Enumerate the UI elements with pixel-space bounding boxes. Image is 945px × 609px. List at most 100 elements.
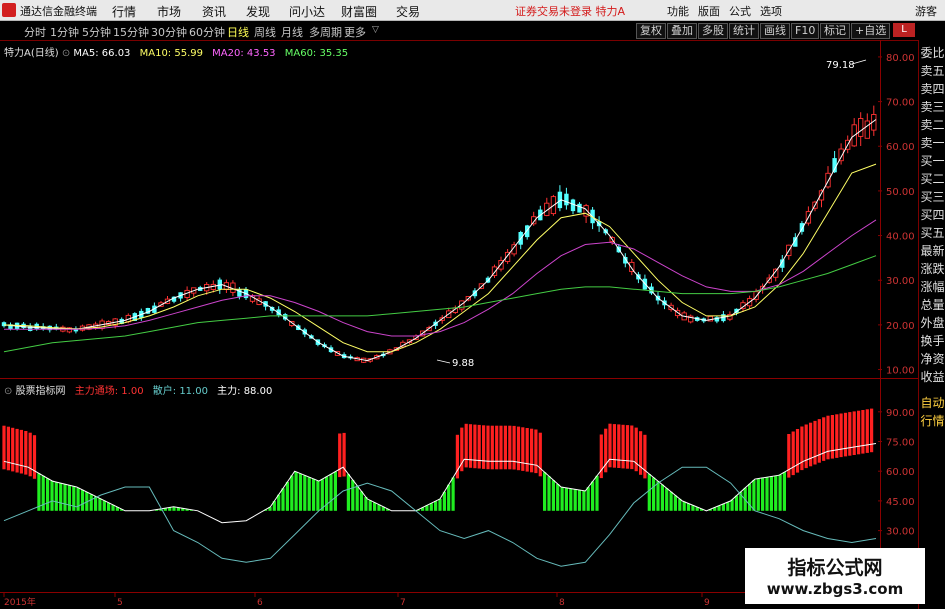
y-tick-label: 40.00 xyxy=(886,232,915,243)
period-1min[interactable]: 1分钟 xyxy=(50,24,79,40)
candle-body xyxy=(348,356,353,359)
period-more[interactable]: 更多 xyxy=(344,24,366,40)
candle-body xyxy=(491,266,498,276)
statistics-button[interactable]: 统计 xyxy=(729,23,759,39)
candle-body xyxy=(707,315,713,322)
indicator-bar xyxy=(713,507,717,511)
indicator-bar xyxy=(115,507,119,511)
add-watchlist-button[interactable]: +自选 xyxy=(851,23,891,39)
side-tab-0[interactable]: 委比 xyxy=(920,46,945,60)
indicator-bar xyxy=(159,508,163,511)
candle-body xyxy=(1,322,7,327)
side-tab-9[interactable]: 买四 xyxy=(920,208,945,222)
indicator-title: 股票指标网 xyxy=(15,386,66,397)
candle-body xyxy=(766,277,772,283)
level2-badge[interactable]: L xyxy=(893,23,915,37)
indicator-bar xyxy=(839,413,843,458)
menu-item-trade[interactable]: 交易 xyxy=(396,3,420,20)
period-15min[interactable]: 15分钟 xyxy=(113,24,149,40)
menu-item-market[interactable]: 市场 xyxy=(157,3,181,20)
draw-line-button[interactable]: 画线 xyxy=(760,23,790,39)
indicator-bar xyxy=(320,479,324,511)
period-monthly[interactable]: 月线 xyxy=(281,24,303,40)
candle-body xyxy=(112,318,118,326)
side-tab-19[interactable]: 自动 xyxy=(920,396,945,410)
period-60min[interactable]: 60分钟 xyxy=(189,24,225,40)
indicator-bar xyxy=(32,435,37,479)
side-tab-8[interactable]: 买三 xyxy=(920,190,945,204)
menu-item-quotes[interactable]: 行情 xyxy=(112,3,136,20)
menu-item-layout[interactable]: 版面 xyxy=(698,3,720,19)
indicator-bar xyxy=(865,409,869,453)
candle-body xyxy=(184,289,190,298)
overlay-button[interactable]: 叠加 xyxy=(667,23,697,39)
side-tab-11[interactable]: 最新 xyxy=(920,244,945,258)
menu-item-formula[interactable]: 公式 xyxy=(729,3,751,19)
side-tab-3[interactable]: 卖三 xyxy=(920,100,945,114)
more-chevron-icon[interactable]: ▽ xyxy=(372,25,379,35)
multi-stock-button[interactable]: 多股 xyxy=(698,23,728,39)
side-tab-15[interactable]: 外盘 xyxy=(920,316,945,330)
indicator-bar xyxy=(41,475,45,511)
side-tab-10[interactable]: 买五 xyxy=(920,226,945,240)
menu-item-discover[interactable]: 发现 xyxy=(246,3,270,20)
candle-body xyxy=(459,300,465,310)
side-tab-12[interactable]: 涨跌 xyxy=(920,262,945,276)
candle-body xyxy=(237,289,242,297)
side-tab-13[interactable]: 涨幅 xyxy=(920,280,945,294)
indicator-bar xyxy=(647,474,651,511)
indicator-bar xyxy=(24,431,28,475)
adjust-button[interactable]: 复权 xyxy=(636,23,666,39)
indicator-bar xyxy=(316,480,320,511)
menu-item-news[interactable]: 资讯 xyxy=(202,3,226,20)
indicator-bar xyxy=(577,490,582,511)
period-multi[interactable]: 多周期 xyxy=(309,24,342,40)
f10-button[interactable]: F10 xyxy=(791,23,820,39)
period-5min[interactable]: 5分钟 xyxy=(82,24,111,40)
indicator-bar xyxy=(656,481,660,511)
indicator-bar xyxy=(787,434,791,478)
side-tab-2[interactable]: 卖四 xyxy=(920,82,945,96)
candle-body xyxy=(721,314,726,322)
side-tab-20[interactable]: 行情 xyxy=(920,414,945,428)
side-tab-18[interactable]: 收益 xyxy=(920,370,945,384)
menu-item-ask[interactable]: 问小达 xyxy=(289,3,325,20)
side-tab-4[interactable]: 卖二 xyxy=(920,118,945,132)
candle-body xyxy=(426,327,432,332)
indicator-bar xyxy=(11,427,15,472)
candle-body xyxy=(858,118,864,137)
ma5-label: MA5: 66.03 xyxy=(73,48,131,59)
period-timeshare[interactable]: 分时 xyxy=(24,24,46,40)
indicator-bar xyxy=(582,490,586,511)
indicator-bar xyxy=(329,474,333,511)
menu-item-function[interactable]: 功能 xyxy=(667,3,689,19)
mark-button[interactable]: 标记 xyxy=(820,23,850,39)
side-tab-7[interactable]: 买二 xyxy=(920,172,945,186)
indicator-bar xyxy=(643,434,647,479)
side-tab-6[interactable]: 买一 xyxy=(920,154,945,168)
candle-body xyxy=(649,286,654,294)
indicator-settings-icon[interactable]: ⊙ xyxy=(4,386,16,397)
x-tick-label: 8 xyxy=(559,598,565,608)
settings-circle-icon[interactable]: ⊙ xyxy=(62,48,74,59)
side-tab-5[interactable]: 卖一 xyxy=(920,136,945,150)
menu-item-wealth[interactable]: 财富圈 xyxy=(341,3,377,20)
indicator-bar xyxy=(822,417,826,461)
side-tab-14[interactable]: 总量 xyxy=(920,298,945,312)
period-30min[interactable]: 30分钟 xyxy=(151,24,187,40)
side-tab-1[interactable]: 卖五 xyxy=(920,64,945,78)
candle-body xyxy=(243,289,249,299)
side-tab-17[interactable]: 净资 xyxy=(920,352,945,366)
title-bar: 通达信金融终端 行情 市场 资讯 发现 问小达 财富圈 交易 证券交易未登录 特… xyxy=(0,0,945,21)
candle-body xyxy=(583,205,589,217)
menu-item-options[interactable]: 选项 xyxy=(760,3,782,19)
period-daily[interactable]: 日线 xyxy=(227,24,249,40)
period-weekly[interactable]: 周线 xyxy=(254,24,276,40)
guest-button[interactable]: 游客 xyxy=(915,3,937,19)
indicator-bar xyxy=(652,477,656,511)
indicator-bar xyxy=(743,487,747,511)
indicator-bar xyxy=(778,474,782,511)
x-tick-label: 2015年 xyxy=(4,596,36,608)
indicator-bar xyxy=(599,434,603,479)
side-tab-16[interactable]: 换手 xyxy=(920,334,945,348)
